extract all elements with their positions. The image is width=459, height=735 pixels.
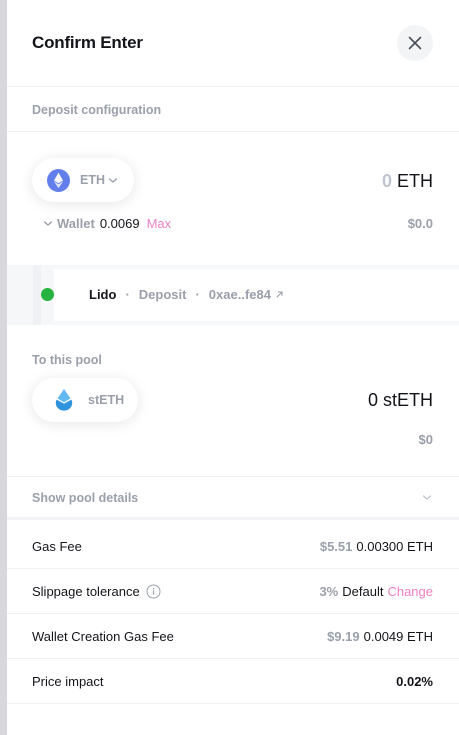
deposit-config-header: Deposit configuration — [7, 88, 459, 132]
gas-fee-label: Gas Fee — [32, 538, 82, 554]
deposit-amount-unit: ETH — [397, 171, 433, 191]
show-pool-details-label: Show pool details — [32, 491, 139, 505]
deposit-usd-value: $0.0 — [407, 216, 433, 231]
steth-logo-icon — [55, 389, 73, 411]
eth-logo-icon — [47, 168, 70, 192]
wallet-creation-fee-amount: 0.0049 ETH — [363, 628, 433, 644]
chevron-down-icon[interactable] — [43, 220, 53, 227]
wallet-creation-fee-value: $9.19 0.0049 ETH — [327, 629, 433, 644]
gas-fee-amount: 0.00300 ETH — [356, 538, 433, 554]
wallet-balance-row: Wallet 0.0069 Max — [43, 216, 171, 231]
pool-token-symbol: stETH — [88, 393, 125, 407]
route-connector — [33, 265, 41, 325]
route-separator: · — [125, 287, 130, 302]
route-info: Lido · Deposit · 0xae..fe84 — [89, 287, 284, 302]
deposit-amount[interactable]: 0 ETH — [382, 171, 433, 192]
route-separator: · — [195, 287, 200, 302]
deposit-amount-value: 0 — [381, 171, 392, 191]
route-status-dot — [41, 288, 54, 301]
price-impact-label: Price impact — [32, 673, 104, 689]
gas-fee-usd: $5.51 — [319, 538, 353, 554]
panel-header: Confirm Enter — [7, 0, 459, 87]
deposit-config-label: Deposit configuration — [32, 103, 162, 117]
wallet-creation-fee-row: Wallet Creation Gas Fee $9.19 0.0049 ETH — [7, 614, 459, 659]
slippage-value: 3% Default Change — [319, 584, 433, 599]
pool-token: stETH — [32, 378, 138, 422]
slippage-mode: Default — [342, 583, 384, 599]
show-pool-details-toggle[interactable]: Show pool details — [7, 476, 459, 520]
gas-fee-row: Gas Fee $5.51 0.00300 ETH — [7, 524, 459, 569]
wallet-balance: 0.0069 — [99, 216, 140, 231]
route-action: Deposit — [138, 287, 187, 302]
close-icon — [408, 36, 422, 50]
slippage-label-group: Slippage tolerance — [32, 584, 161, 599]
route-protocol: Lido — [89, 287, 117, 302]
page-title: Confirm Enter — [32, 33, 143, 52]
pool-amount: 0 stETH — [367, 390, 433, 410]
slippage-label: Slippage tolerance — [32, 583, 140, 599]
external-link-icon[interactable] — [275, 290, 284, 299]
pool-usd-value: $0 — [418, 432, 433, 447]
price-impact-row: Price impact 0.02% — [7, 659, 459, 704]
chevron-down-icon — [422, 495, 432, 500]
close-button[interactable] — [397, 25, 433, 61]
wallet-creation-fee-label: Wallet Creation Gas Fee — [32, 628, 174, 644]
price-impact-value: 0.02% — [396, 673, 433, 689]
info-icon[interactable] — [146, 584, 161, 599]
deposit-token-selector[interactable]: ETH — [32, 158, 134, 202]
confirm-enter-panel: Confirm Enter Deposit configuration ETH … — [7, 0, 459, 735]
wallet-label: Wallet — [57, 216, 95, 231]
wallet-creation-fee-usd: $9.19 — [327, 628, 360, 644]
deposit-token-symbol: ETH — [80, 173, 105, 187]
chevron-down-icon — [108, 177, 118, 183]
slippage-percent: 3% — [319, 583, 339, 599]
pool-section-label: To this pool — [32, 353, 102, 367]
gas-fee-value: $5.51 0.00300 ETH — [320, 539, 433, 554]
slippage-row: Slippage tolerance 3% Default Change — [7, 569, 459, 614]
slippage-change-button[interactable]: Change — [387, 584, 433, 599]
route-address-link[interactable]: 0xae..fe84 — [209, 287, 271, 302]
max-button[interactable]: Max — [147, 216, 172, 231]
